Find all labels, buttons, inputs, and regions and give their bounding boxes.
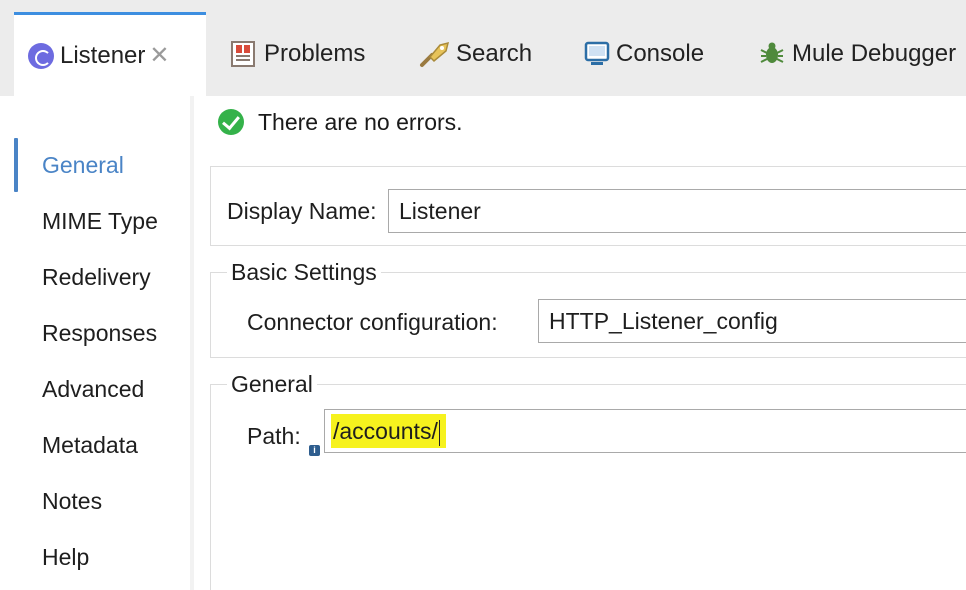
tab-problems-label: Problems	[264, 40, 366, 67]
sidebar-item-notes[interactable]: Notes	[42, 484, 102, 518]
check-circle-icon	[218, 109, 244, 135]
path-value-highlight: /accounts/	[331, 414, 446, 448]
basic-settings-group: Basic Settings Connector configuration: …	[210, 259, 966, 358]
sidebar-item-metadata[interactable]: Metadata	[42, 428, 138, 462]
info-icon: i	[309, 445, 320, 456]
tab-mule-debugger-label: Mule Debugger	[792, 40, 957, 67]
sidebar-divider	[190, 96, 194, 590]
problems-icon	[231, 41, 255, 67]
debugger-icon	[760, 42, 784, 63]
tab-listener[interactable]: Listener ✕	[14, 12, 206, 96]
path-field[interactable]: /accounts/	[324, 409, 966, 453]
search-icon	[420, 41, 450, 67]
validation-status-text: There are no errors.	[258, 108, 463, 135]
tab-mule-debugger[interactable]: Mule Debugger	[758, 12, 956, 96]
path-label: Path:	[247, 423, 301, 449]
text-caret	[438, 419, 440, 446]
sidebar-item-general[interactable]: General	[42, 148, 124, 182]
sidebar-item-responses[interactable]: Responses	[42, 316, 157, 350]
listener-icon	[28, 42, 54, 69]
display-name-group: Display Name: Listener	[210, 166, 966, 246]
sidebar-item-mime-type[interactable]: MIME Type	[42, 204, 158, 238]
display-name-label: Display Name:	[227, 198, 377, 224]
tab-problems[interactable]: Problems	[230, 12, 365, 96]
tab-search-label: Search	[456, 40, 533, 67]
active-section-marker	[14, 138, 18, 192]
editor-tab-bar: Listener ✕ Problems Search Console Mule …	[0, 0, 966, 96]
general-group: General Path: i /accounts/	[210, 371, 966, 590]
tab-console[interactable]: Console	[584, 12, 704, 96]
tab-listener-label: Listener	[60, 41, 146, 69]
display-name-field[interactable]: Listener	[388, 189, 966, 233]
path-value: /accounts/	[333, 418, 438, 444]
connector-configuration-label: Connector configuration:	[247, 309, 498, 335]
tab-console-label: Console	[616, 40, 705, 67]
connector-configuration-field[interactable]: HTTP_Listener_config	[538, 299, 966, 343]
console-icon	[584, 41, 610, 65]
close-icon[interactable]: ✕	[149, 41, 169, 70]
properties-content: There are no errors. Display Name: Liste…	[210, 96, 966, 590]
general-group-title: General	[227, 371, 317, 398]
tab-search[interactable]: Search	[418, 12, 532, 96]
sidebar-item-advanced[interactable]: Advanced	[42, 372, 144, 406]
validation-status: There are no errors.	[218, 106, 463, 138]
basic-settings-title: Basic Settings	[227, 259, 381, 286]
sidebar-item-help[interactable]: Help	[42, 540, 89, 574]
sidebar-item-redelivery[interactable]: Redelivery	[42, 260, 151, 294]
